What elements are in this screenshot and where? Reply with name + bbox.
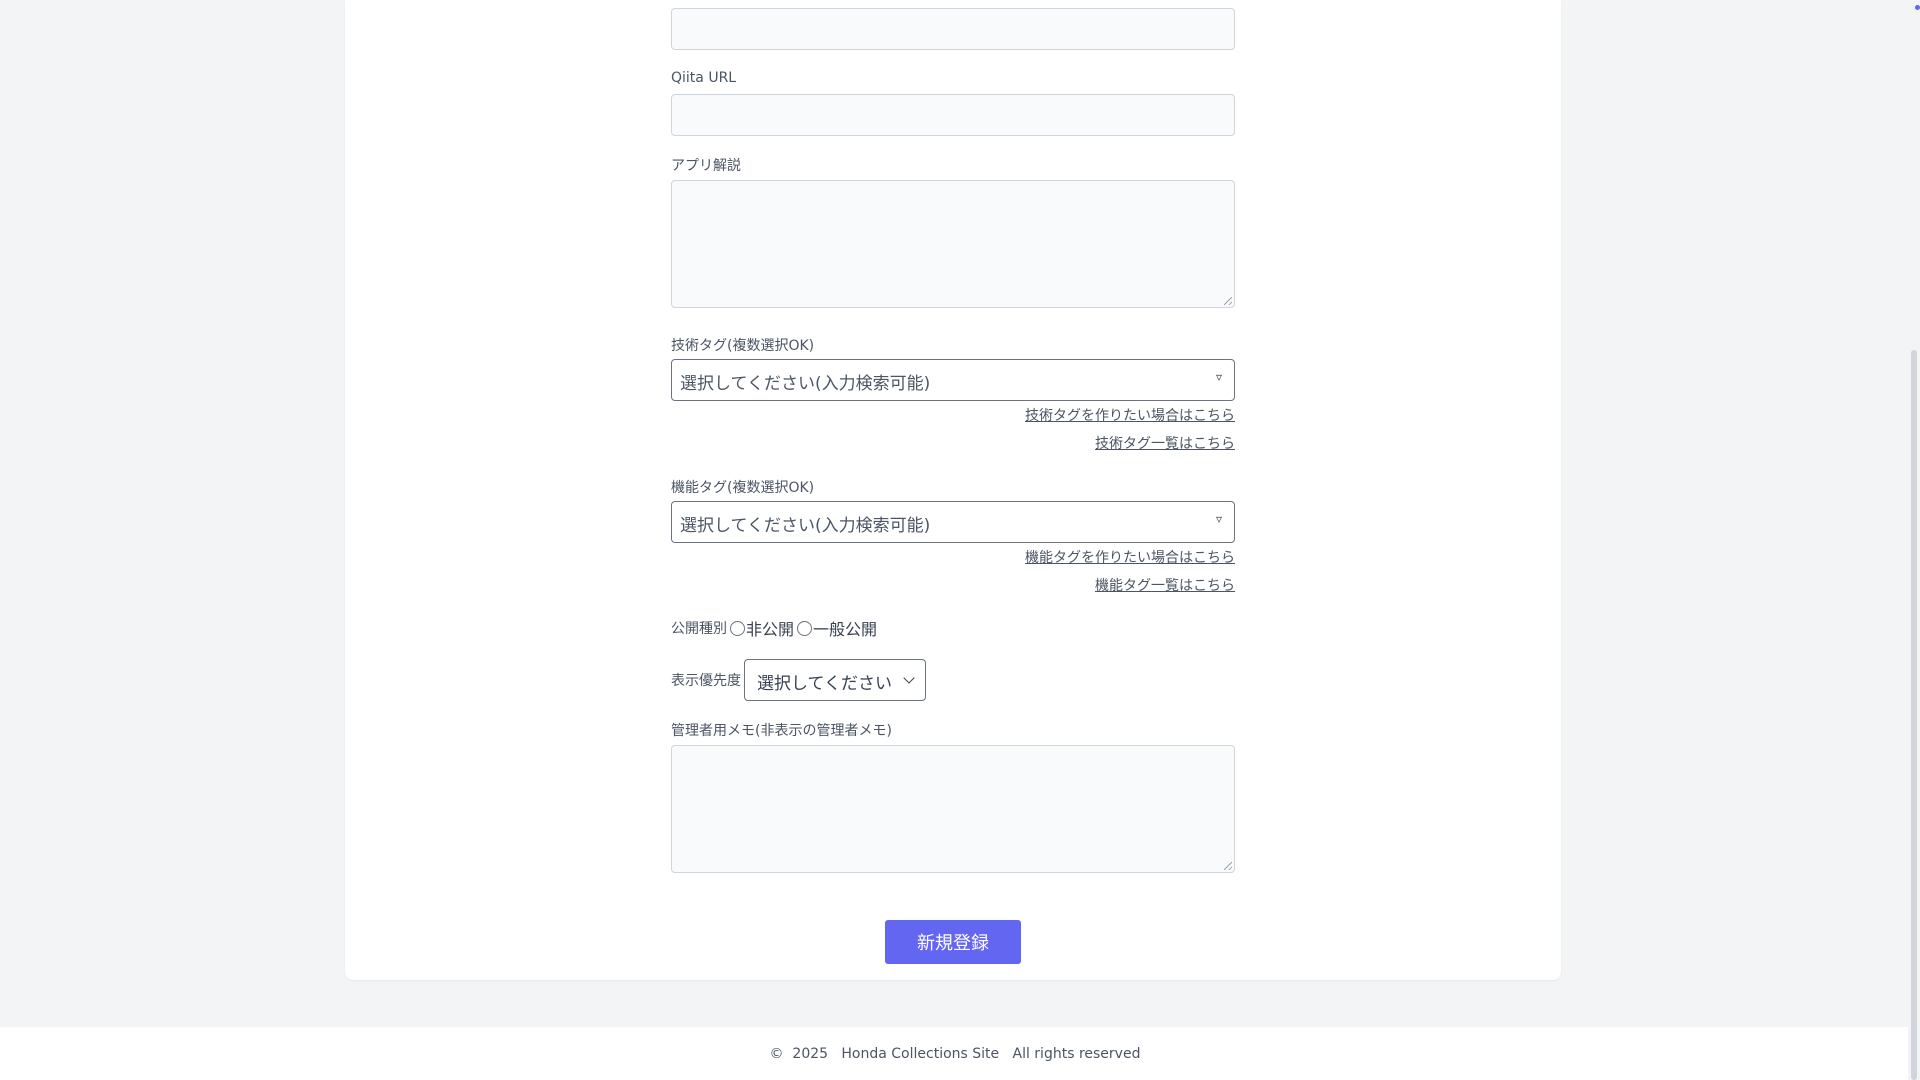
- qiita-url-label: Qiita URL: [671, 70, 737, 86]
- create-tech-tag-link[interactable]: 技術タグを作りたい場合はこちら: [1025, 405, 1235, 425]
- feature-tags-multiselect[interactable]: 選択してください(入力検索可能) ▿: [671, 501, 1235, 543]
- radio-public[interactable]: [797, 620, 813, 636]
- scrollbar-thumb[interactable]: [1911, 350, 1917, 1080]
- chevron-down-icon: [903, 672, 915, 684]
- app-description-textarea[interactable]: [671, 180, 1235, 308]
- feature-tags-label: 機能タグ(複数選択OK): [671, 480, 815, 496]
- page: Qiita URL アプリ解説 技術タグ(複数選択OK) 選択してください(入力…: [0, 0, 1920, 1080]
- resize-grip-icon[interactable]: [1224, 297, 1232, 305]
- tech-tags-multiselect[interactable]: 選択してください(入力検索可能) ▿: [671, 359, 1235, 401]
- dropdown-arrow-icon: ▿: [1215, 512, 1222, 526]
- priority-selected-value: 選択してください: [757, 674, 892, 694]
- previous-url-input[interactable]: [671, 8, 1235, 50]
- tech-tag-list-link[interactable]: 技術タグ一覧はこちら: [1095, 433, 1235, 453]
- visibility-row: 公開種別 非公開 一般公開: [671, 615, 877, 641]
- priority-label: 表示優先度: [671, 673, 741, 689]
- footer: © 2025 Honda Collections Site All rights…: [0, 1027, 1910, 1080]
- priority-row: 表示優先度 選択してください: [671, 659, 926, 701]
- tech-tags-label: 技術タグ(複数選択OK): [671, 338, 815, 354]
- create-feature-tag-link[interactable]: 機能タグを作りたい場合はこちら: [1025, 547, 1235, 567]
- visibility-label: 公開種別: [671, 621, 727, 637]
- qiita-url-input[interactable]: [671, 94, 1235, 136]
- radio-private[interactable]: [730, 620, 745, 636]
- resize-grip-icon[interactable]: [1224, 862, 1232, 870]
- feature-tag-list-link[interactable]: 機能タグ一覧はこちら: [1095, 575, 1235, 595]
- radio-private-label[interactable]: 非公開: [746, 616, 794, 640]
- tech-tags-placeholder: 選択してください(入力検索可能): [680, 374, 931, 394]
- indicator-dot-icon: [1915, 5, 1920, 10]
- copyright-text: © 2025 Honda Collections Site All rights…: [769, 1045, 1141, 1062]
- admin-memo-label: 管理者用メモ(非表示の管理者メモ): [671, 723, 892, 739]
- dropdown-arrow-icon: ▿: [1215, 370, 1222, 384]
- register-button[interactable]: 新規登録: [885, 920, 1021, 964]
- radio-public-label[interactable]: 一般公開: [813, 616, 877, 640]
- priority-select[interactable]: 選択してください: [744, 659, 926, 701]
- vertical-scrollbar[interactable]: [1908, 0, 1920, 1080]
- feature-tags-placeholder: 選択してください(入力検索可能): [680, 516, 931, 536]
- admin-memo-textarea[interactable]: [671, 745, 1235, 873]
- app-description-label: アプリ解説: [671, 158, 741, 174]
